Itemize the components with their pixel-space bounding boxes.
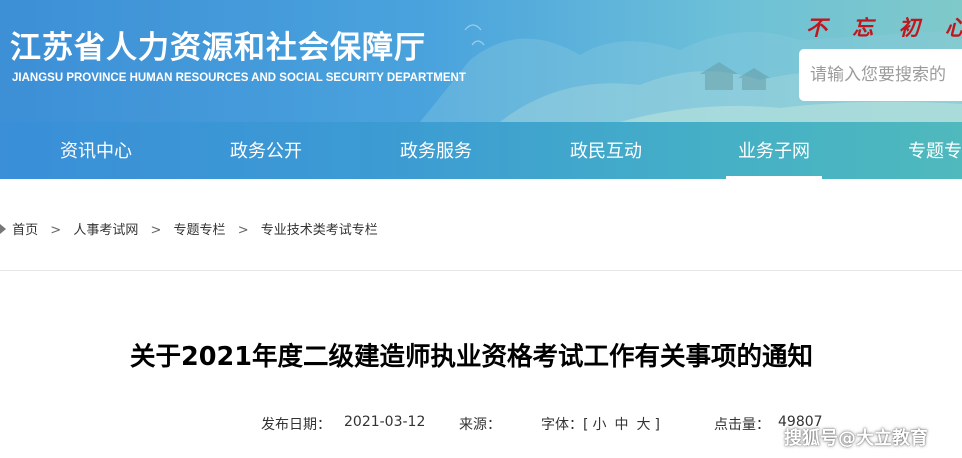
breadcrumb-separator: > bbox=[50, 223, 62, 238]
nav-item-government-affairs[interactable]: 政务公开 bbox=[230, 122, 302, 179]
font-size-label: 字体：[ bbox=[541, 417, 589, 433]
search-input[interactable] bbox=[810, 49, 962, 101]
font-size-close-bracket: ] bbox=[654, 417, 660, 433]
content-divider bbox=[0, 270, 962, 271]
click-count-label: 点击量： bbox=[714, 417, 770, 433]
main-nav: 资讯中心 政务公开 政务服务 政民互动 业务子网 专题专 bbox=[0, 122, 962, 179]
font-medium-button[interactable]: 中 bbox=[614, 417, 628, 433]
article-title: 关于2021年度二级建造师执业资格考试工作有关事项的通知 bbox=[130, 342, 813, 372]
breadcrumb-professional-exams[interactable]: 专业技术类考试专栏 bbox=[261, 219, 378, 238]
breadcrumb-special-topics[interactable]: 专题专栏 bbox=[174, 219, 226, 238]
breadcrumb-exam-site[interactable]: 人事考试网 bbox=[73, 219, 138, 238]
home-icon bbox=[0, 223, 8, 238]
publish-date-label: 发布日期： bbox=[261, 417, 331, 433]
publish-date: 2021-03-12 bbox=[344, 414, 426, 430]
slogan: 不 忘 初 心 bbox=[806, 15, 962, 40]
nav-item-news-center[interactable]: 资讯中心 bbox=[60, 122, 132, 179]
site-title: 江苏省人力资源和社会保障厅 bbox=[10, 30, 426, 66]
font-size-control: 字体：[小中大] bbox=[541, 414, 660, 434]
font-large-button[interactable]: 大 bbox=[636, 417, 650, 433]
watermark: 搜狐号@大立教育 bbox=[784, 428, 928, 449]
breadcrumb-separator: > bbox=[150, 223, 162, 238]
nav-item-public-interaction[interactable]: 政民互动 bbox=[570, 122, 642, 179]
breadcrumb-home[interactable]: 首页 bbox=[12, 219, 38, 238]
source-label: 来源： bbox=[459, 417, 501, 433]
site-header: 江苏省人力资源和社会保障厅 JIANGSU PROVINCE HUMAN RES… bbox=[0, 0, 962, 122]
site-subtitle: JIANGSU PROVINCE HUMAN RESOURCES AND SOC… bbox=[12, 72, 466, 84]
nav-item-special-topics[interactable]: 专题专 bbox=[908, 122, 962, 179]
nav-item-business-subsites[interactable]: 业务子网 bbox=[726, 122, 822, 179]
nav-item-government-services[interactable]: 政务服务 bbox=[400, 122, 472, 179]
breadcrumb-separator: > bbox=[237, 223, 249, 238]
search-box[interactable] bbox=[799, 49, 962, 101]
font-small-button[interactable]: 小 bbox=[592, 417, 606, 433]
breadcrumb: 首页 > 人事考试网 > 专题专栏 > 专业技术类考试专栏 bbox=[0, 219, 378, 239]
